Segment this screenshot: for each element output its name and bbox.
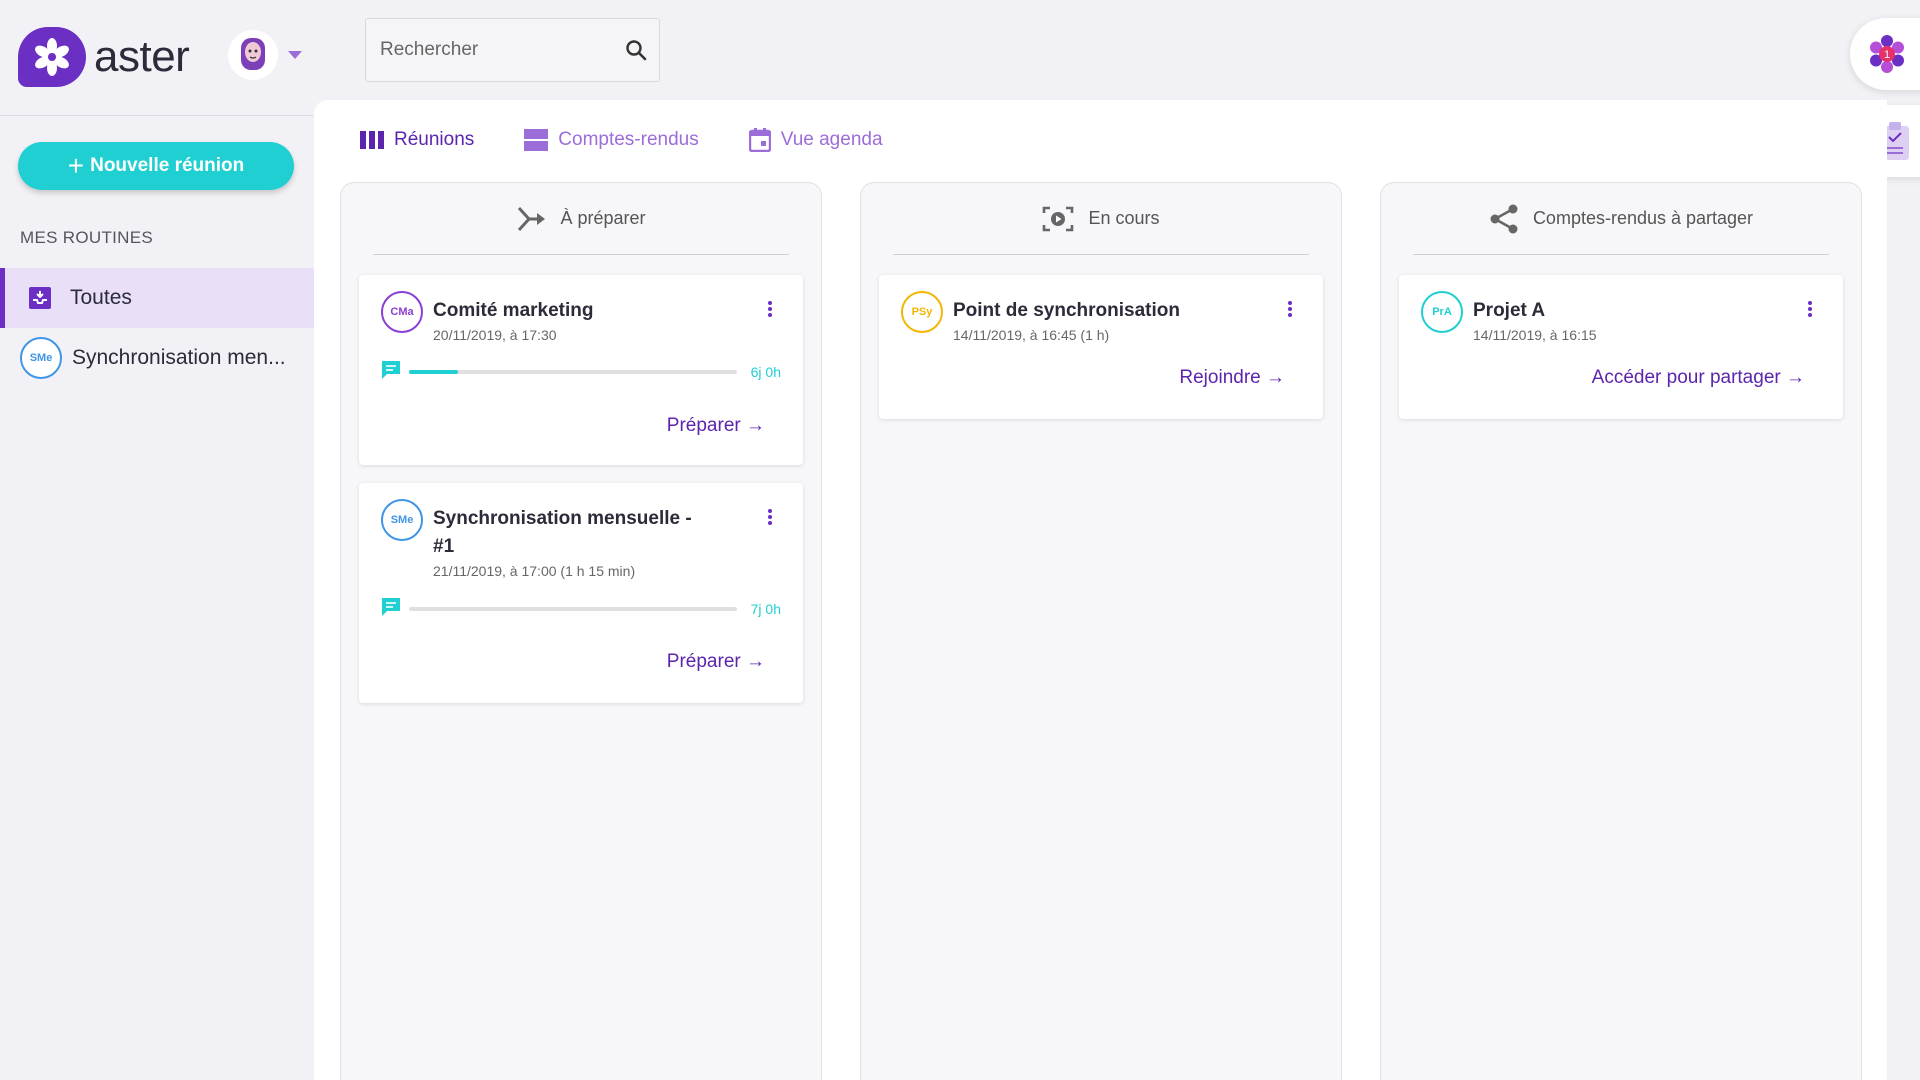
meeting-badge: SMe bbox=[381, 499, 423, 541]
more-options-icon[interactable] bbox=[1805, 299, 1815, 319]
notifications-button[interactable]: 1 bbox=[1850, 18, 1920, 90]
meeting-title: Comité marketing bbox=[433, 300, 594, 321]
meeting-date: 14/11/2019, à 16:15 bbox=[1473, 327, 1597, 343]
meeting-card[interactable]: PSy Point de synchronisation 14/11/2019,… bbox=[879, 275, 1323, 419]
more-options-icon[interactable] bbox=[765, 507, 775, 527]
join-link[interactable]: Rejoindre → bbox=[1179, 367, 1285, 389]
meeting-card[interactable]: PrA Projet A 14/11/2019, à 16:15 Accéder… bbox=[1399, 275, 1843, 419]
inbox-icon bbox=[28, 286, 52, 310]
share-icon bbox=[1489, 204, 1519, 234]
column-reports-to-share: Comptes-rendus à partager PrA Projet A 1… bbox=[1380, 182, 1862, 1080]
live-video-icon bbox=[1042, 206, 1074, 232]
comment-icon bbox=[381, 360, 401, 385]
search-icon[interactable] bbox=[625, 37, 647, 63]
avatar bbox=[228, 30, 278, 80]
meeting-badge: CMa bbox=[381, 291, 423, 333]
search-input[interactable] bbox=[380, 39, 625, 61]
prepare-link[interactable]: Préparer → bbox=[667, 415, 765, 437]
meeting-badge: PrA bbox=[1421, 291, 1463, 333]
meeting-title: Synchronisation mensuelle - #1 bbox=[433, 508, 692, 557]
more-options-icon[interactable] bbox=[1285, 299, 1295, 319]
tab-label: Vue agenda bbox=[780, 129, 883, 150]
notification-count: 1 bbox=[1884, 49, 1890, 61]
meeting-badge: PSy bbox=[901, 291, 943, 333]
progress-track bbox=[409, 370, 737, 374]
time-remaining: 6j 0h bbox=[750, 364, 781, 380]
tab-agenda[interactable]: Vue agenda bbox=[748, 128, 883, 152]
app-logo[interactable]: aster bbox=[18, 27, 190, 87]
sidebar-item-routine[interactable]: SMe Synchronisation men... bbox=[0, 328, 314, 388]
columns-icon bbox=[360, 130, 384, 150]
column-header: Comptes-rendus à partager bbox=[1413, 183, 1829, 255]
time-remaining: 7j 0h bbox=[750, 601, 781, 617]
column-to-prepare: À préparer CMa Comité marketing 20/11/20… bbox=[340, 182, 822, 1080]
view-tabs: Réunions Comptes-rendus Vue agenda bbox=[360, 128, 933, 152]
column-title: À préparer bbox=[560, 208, 646, 228]
prepare-link[interactable]: Préparer → bbox=[667, 651, 765, 673]
meeting-date: 14/11/2019, à 16:45 (1 h) bbox=[953, 327, 1110, 343]
share-link[interactable]: Accéder pour partager → bbox=[1592, 367, 1805, 389]
meeting-title: Projet A bbox=[1473, 300, 1546, 321]
main-panel: Réunions Comptes-rendus Vue agenda À pré… bbox=[314, 100, 1887, 1080]
sidebar-item-label: Toutes bbox=[70, 286, 132, 309]
tab-label: Comptes-rendus bbox=[558, 129, 699, 150]
plus-icon: + bbox=[67, 150, 85, 181]
sidebar-item-label: Synchronisation men... bbox=[72, 346, 286, 369]
sidebar-divider bbox=[0, 115, 314, 116]
tab-meetings[interactable]: Réunions bbox=[360, 128, 474, 152]
calendar-icon bbox=[748, 128, 771, 152]
tab-label: Réunions bbox=[394, 129, 475, 150]
preparation-progress: 7j 0h bbox=[381, 597, 781, 622]
progress-fill bbox=[409, 370, 459, 374]
user-menu[interactable] bbox=[228, 30, 302, 80]
reports-icon bbox=[524, 129, 549, 151]
flower-notification-icon: 1 bbox=[1870, 35, 1904, 73]
column-header: À préparer bbox=[373, 183, 789, 255]
sidebar-item-all[interactable]: Toutes bbox=[0, 268, 314, 328]
meeting-date: 20/11/2019, à 17:30 bbox=[433, 327, 557, 343]
meeting-title: Point de synchronisation bbox=[953, 300, 1180, 321]
more-options-icon[interactable] bbox=[765, 299, 775, 319]
meeting-card[interactable]: SMe Synchronisation mensuelle - #1 21/11… bbox=[359, 483, 803, 703]
meeting-card[interactable]: CMa Comité marketing 20/11/2019, à 17:30… bbox=[359, 275, 803, 465]
column-header: En cours bbox=[893, 183, 1309, 255]
aster-flower-icon bbox=[18, 27, 86, 87]
column-in-progress: En cours PSy Point de synchronisation 14… bbox=[860, 182, 1342, 1080]
column-title: Comptes-rendus à partager bbox=[1532, 208, 1754, 228]
new-meeting-button[interactable]: + Nouvelle réunion bbox=[18, 142, 294, 190]
search-box bbox=[365, 18, 660, 82]
routines-section-title: MES ROUTINES bbox=[20, 228, 154, 247]
meeting-date: 21/11/2019, à 17:00 (1 h 15 min) bbox=[433, 563, 636, 579]
routine-badge: SMe bbox=[20, 337, 62, 379]
progress-track bbox=[409, 607, 737, 611]
tab-reports[interactable]: Comptes-rendus bbox=[524, 128, 699, 152]
preparation-progress: 6j 0h bbox=[381, 360, 781, 385]
comment-icon bbox=[381, 597, 401, 622]
chevron-down-icon bbox=[288, 46, 302, 64]
merge-arrow-icon bbox=[516, 205, 546, 233]
app-name: aster bbox=[94, 32, 190, 81]
new-meeting-label: Nouvelle réunion bbox=[90, 155, 245, 176]
column-title: En cours bbox=[1088, 208, 1160, 228]
